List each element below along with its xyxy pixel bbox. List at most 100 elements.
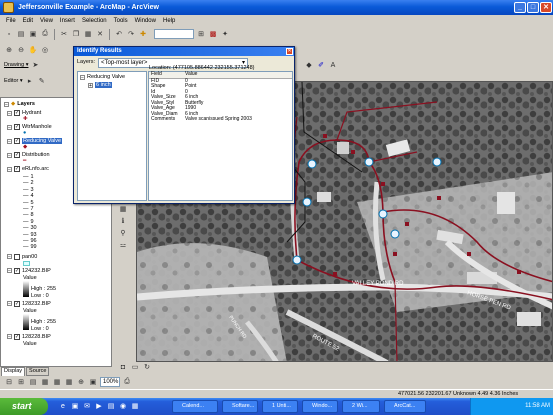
arctoolbox-icon[interactable]: ▩ xyxy=(208,29,218,39)
open-icon[interactable]: ▤ xyxy=(16,29,26,39)
editor-menu[interactable]: Editor ▾ xyxy=(4,78,23,84)
zoom-out-icon[interactable]: ⊖ xyxy=(16,45,26,55)
delete-icon[interactable]: ✕ xyxy=(95,29,105,39)
line-color-icon[interactable]: ✐ xyxy=(316,60,326,70)
taskbar-button[interactable]: Windo... xyxy=(302,400,338,413)
zoom-percent-combo[interactable]: 100% xyxy=(100,376,120,387)
folder-icon[interactable]: ▤ xyxy=(106,401,116,411)
pan-icon[interactable]: ✋ xyxy=(28,45,38,55)
media-icon[interactable]: ▶ xyxy=(94,401,104,411)
maximize-button[interactable]: □ xyxy=(527,2,539,13)
full-extent-icon[interactable]: ◎ xyxy=(40,45,50,55)
toc-layer[interactable]: − ✓ WtrManhole xyxy=(7,124,52,130)
zoom-in-icon[interactable]: ⊕ xyxy=(4,45,14,55)
toc-layer[interactable]: − ✓ 124232.BIP xyxy=(7,267,51,274)
app-icon[interactable]: ▦ xyxy=(130,401,140,411)
layout-icon[interactable]: ⊞ xyxy=(16,377,26,387)
desktop-icon[interactable]: ▣ xyxy=(70,401,80,411)
collapse-icon[interactable]: − xyxy=(7,334,12,340)
paste-icon[interactable]: ▦ xyxy=(83,29,93,39)
menu-window[interactable]: Window xyxy=(135,18,156,24)
editor-toolbar-icon[interactable]: ⊞ xyxy=(196,29,206,39)
grid-icon[interactable]: ▤ xyxy=(28,377,38,387)
tree-node-feature[interactable]: + 6 inch xyxy=(78,82,146,88)
font-color-icon[interactable]: A xyxy=(328,60,338,70)
toc-layer[interactable]: − ✓ 128232.BIP xyxy=(7,300,51,307)
taskbar-button[interactable]: Softare... xyxy=(222,400,258,413)
layer-checkbox[interactable]: ✓ xyxy=(14,333,20,340)
menu-insert[interactable]: Insert xyxy=(60,18,75,24)
drawing-menu[interactable]: Drawing ▾ xyxy=(4,62,28,68)
refresh-icon[interactable]: ↻ xyxy=(142,362,152,372)
close-icon[interactable]: ✕ xyxy=(286,48,293,55)
menu-file[interactable]: File xyxy=(6,18,16,24)
menu-help[interactable]: Help xyxy=(163,18,175,24)
menu-selection[interactable]: Selection xyxy=(82,18,107,24)
copy-icon[interactable]: ❐ xyxy=(71,29,81,39)
edit-tool-icon[interactable]: ▸ xyxy=(25,76,35,86)
toc-layer[interactable]: − pan00 xyxy=(7,253,37,260)
sketch-tool-icon[interactable]: ✎ xyxy=(37,76,47,86)
column-header[interactable]: Field xyxy=(149,71,185,78)
globe-icon[interactable]: ◉ xyxy=(118,401,128,411)
toc-layer[interactable]: − ✓ Reducing Valve xyxy=(7,138,63,144)
taskbar-button[interactable]: Calend... xyxy=(172,400,218,413)
table-icon[interactable]: ▦ xyxy=(52,377,62,387)
measure-icon[interactable]: ⚍ xyxy=(118,240,128,250)
toc-layer[interactable]: − ✓ Distribution xyxy=(7,152,50,158)
print-preview-icon[interactable]: ⎙ xyxy=(122,377,132,387)
select-elements-icon[interactable]: ➤ xyxy=(30,60,40,70)
identify-tree[interactable]: − Reducing Valve + 6 inch xyxy=(77,71,147,201)
fill-color-icon[interactable]: ◆ xyxy=(304,60,314,70)
layer-checkbox[interactable]: ✓ xyxy=(14,124,20,130)
collapse-icon[interactable]: − xyxy=(7,138,12,144)
zoom-whole-icon[interactable]: ⊕ xyxy=(76,377,86,387)
find-icon[interactable]: ⚲ xyxy=(118,228,128,238)
new-icon[interactable]: ▫ xyxy=(4,29,14,39)
table-icon[interactable]: ▦ xyxy=(40,377,50,387)
tree-node-layer[interactable]: − Reducing Valve xyxy=(78,72,146,82)
identify-icon[interactable]: ℹ xyxy=(118,216,128,226)
layer-checkbox[interactable]: ✓ xyxy=(14,166,20,172)
toc-layer[interactable]: − ✓ 128228.BIP xyxy=(7,333,51,340)
select-features-icon[interactable]: ▦ xyxy=(118,204,128,214)
layer-checkbox[interactable]: ✓ xyxy=(14,267,20,274)
collapse-icon[interactable]: − xyxy=(7,166,12,172)
expand-icon[interactable]: + xyxy=(88,82,93,88)
zoom-100-icon[interactable]: ▣ xyxy=(88,377,98,387)
cut-icon[interactable]: ✂ xyxy=(59,29,69,39)
menu-view[interactable]: View xyxy=(40,18,53,24)
table-icon[interactable]: ▦ xyxy=(64,377,74,387)
layer-checkbox[interactable]: ✓ xyxy=(14,110,20,116)
mail-icon[interactable]: ✉ xyxy=(82,401,92,411)
collapse-icon[interactable]: − xyxy=(7,124,12,130)
collapse-icon[interactable]: − xyxy=(7,110,12,116)
layout-view-icon[interactable]: ▭ xyxy=(130,362,140,372)
menu-edit[interactable]: Edit xyxy=(23,18,33,24)
layer-checkbox[interactable] xyxy=(14,253,20,260)
whats-this-icon[interactable]: ✦ xyxy=(220,29,230,39)
toc-root[interactable]: − ◆ Layers xyxy=(4,101,35,107)
start-button[interactable]: start xyxy=(0,398,48,415)
collapse-icon[interactable]: − xyxy=(7,268,12,274)
column-header[interactable]: Value xyxy=(185,71,197,78)
save-icon[interactable]: ▣ xyxy=(28,29,38,39)
layer-checkbox[interactable]: ✓ xyxy=(14,138,20,144)
collapse-icon[interactable]: − xyxy=(7,301,12,307)
identify-results-dialog[interactable]: Identify Results ✕ Layers: <Top-most lay… xyxy=(73,46,295,204)
menu-tools[interactable]: Tools xyxy=(114,18,128,24)
collapse-icon[interactable]: − xyxy=(4,101,9,107)
toc-layer[interactable]: − ✓ eRLnfo.arc xyxy=(7,166,49,172)
collapse-icon[interactable]: − xyxy=(7,254,12,260)
select-icon[interactable]: ⊟ xyxy=(4,377,14,387)
taskbar-button[interactable]: 2 Wi... xyxy=(342,400,380,413)
undo-icon[interactable]: ↶ xyxy=(114,29,124,39)
print-icon[interactable]: ⎙ xyxy=(40,29,50,39)
taskbar-button[interactable]: 1 Unti... xyxy=(262,400,298,413)
collapse-icon[interactable]: − xyxy=(7,152,12,158)
ie-icon[interactable]: e xyxy=(58,401,68,411)
layer-checkbox[interactable]: ✓ xyxy=(14,152,20,158)
scale-combo[interactable] xyxy=(154,29,194,39)
close-button[interactable]: ✕ xyxy=(540,2,552,13)
taskbar-button[interactable]: ArcCat... xyxy=(384,400,426,413)
